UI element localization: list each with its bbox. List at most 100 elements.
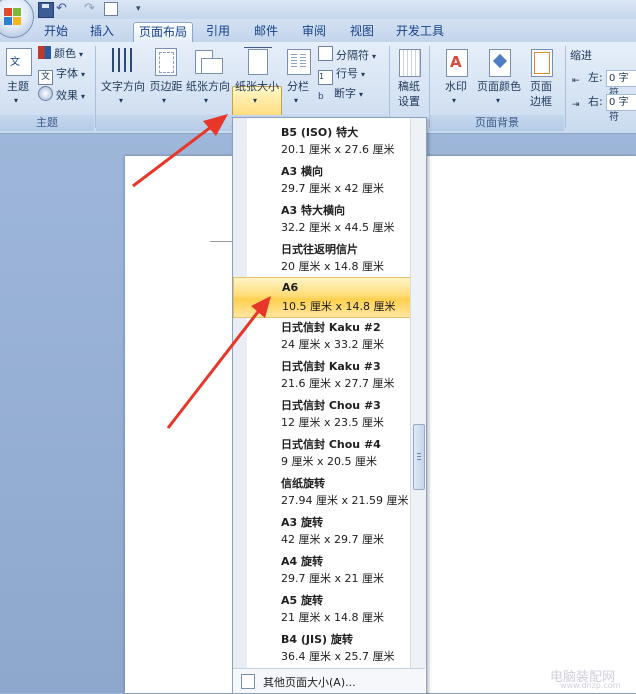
theme-colors-button[interactable]: 颜色 ▾	[38, 46, 83, 62]
draft-paper-label-2: 设置	[398, 95, 420, 108]
tab-insert[interactable]: 插入	[84, 22, 120, 41]
paper-size-dimensions: 12 厘米 x 23.5 厘米	[281, 416, 384, 429]
group-label-page-background: 页面背景	[430, 115, 564, 131]
paper-size-item[interactable]: 日式信封 Kaku #2 24 厘米 x 33.2 厘米	[233, 316, 410, 355]
tab-review[interactable]: 审阅	[296, 22, 332, 41]
paper-size-name: 日式信封 Kaku #2	[281, 321, 381, 334]
paper-size-item[interactable]: 日式信封 Kaku #3 21.6 厘米 x 27.7 厘米	[233, 355, 410, 394]
text-direction-label: 文字方向	[101, 80, 145, 93]
indent-right-input[interactable]: 0 字符	[606, 94, 636, 123]
fonts-label: 字体	[56, 67, 78, 80]
indent-right-label: ⇥ 右:	[572, 94, 603, 110]
tab-mailings[interactable]: 邮件	[248, 22, 284, 41]
tab-view[interactable]: 视图	[344, 22, 380, 41]
paper-size-name: B4 (JIS) 旋转	[281, 633, 353, 646]
indent-right-icon: ⇥	[572, 100, 580, 110]
margins-icon	[155, 48, 177, 76]
margins-button[interactable]: 页边距 ▾	[148, 46, 184, 110]
paper-size-dimensions: 29.7 厘米 x 42 厘米	[281, 182, 384, 195]
orientation-button[interactable]: 纸张方向 ▾	[185, 46, 231, 110]
chevron-down-icon: ▾	[81, 70, 86, 79]
chevron-down-icon: ▾	[204, 96, 209, 105]
tab-home[interactable]: 开始	[38, 22, 74, 41]
themes-button[interactable]: 文 主题 ▾	[2, 46, 34, 110]
paper-size-item[interactable]: A3 特大横向 32.2 厘米 x 44.5 厘米	[233, 199, 410, 238]
chevron-down-icon: ▾	[452, 96, 457, 105]
columns-label: 分栏	[287, 80, 309, 93]
paper-size-item[interactable]: A4 旋转 29.7 厘米 x 21 厘米	[233, 550, 410, 589]
tab-developer[interactable]: 开发工具	[392, 22, 448, 41]
title-bar: ↶ ↷ ▾	[0, 0, 636, 38]
effects-label: 效果	[56, 89, 78, 102]
group-separator	[389, 46, 390, 128]
more-paper-sizes-item[interactable]: 其他页面大小(A)...	[233, 668, 425, 693]
chevron-down-icon: ▾	[162, 96, 167, 105]
paper-size-dimensions: 42 厘米 x 29.7 厘米	[281, 533, 384, 546]
tab-references[interactable]: 引用	[200, 22, 236, 41]
columns-button[interactable]: 分栏 ▾	[282, 46, 314, 110]
paper-size-name: A3 横向	[281, 165, 323, 178]
paper-size-item[interactable]: 日式信封 Chou #4 9 厘米 x 20.5 厘米	[233, 433, 410, 472]
breaks-icon	[318, 46, 333, 61]
page-borders-button[interactable]: 页面 边框	[524, 46, 558, 114]
theme-effects-button[interactable]: 效果 ▾	[38, 86, 85, 102]
paper-size-item[interactable]: B5 (ISO) 特大 20.1 厘米 x 27.6 厘米	[233, 121, 410, 160]
theme-fonts-button[interactable]: 文字体 ▾	[38, 66, 86, 85]
page-borders-label-1: 页面	[530, 80, 552, 93]
paper-size-item[interactable]: B4 (JIS) 旋转 36.4 厘米 x 25.7 厘米	[233, 628, 410, 667]
paper-size-dimensions: 20.1 厘米 x 27.6 厘米	[281, 143, 395, 156]
paper-size-item[interactable]: A3 旋转 42 厘米 x 29.7 厘米	[233, 511, 410, 550]
indent-left-input[interactable]: 0 字符	[606, 70, 636, 99]
draft-paper-label-1: 稿纸	[398, 80, 420, 93]
chevron-down-icon: ▾	[359, 90, 364, 99]
hyphenation-icon: b	[318, 92, 324, 102]
text-direction-button[interactable]: 文字方向 ▾	[99, 46, 147, 110]
scrollbar-thumb[interactable]	[413, 424, 425, 490]
paper-size-item[interactable]: 信纸旋转 27.94 厘米 x 21.59 厘米	[233, 472, 410, 511]
indent-left-icon: ⇤	[572, 76, 580, 86]
watermark-icon: A	[446, 49, 468, 77]
themes-label: 主题	[7, 80, 29, 93]
paper-size-name: A4 旋转	[281, 555, 323, 568]
paper-size-item[interactable]: 日式信封 Chou #3 12 厘米 x 23.5 厘米	[233, 394, 410, 433]
paper-size-icon	[244, 47, 272, 75]
chevron-down-icon: ▾	[81, 92, 86, 101]
colors-icon	[38, 46, 51, 59]
paper-size-item[interactable]: A5 旋转 21 厘米 x 14.8 厘米	[233, 589, 410, 628]
indent-left-text: 左:	[588, 71, 603, 84]
paper-size-item[interactable]: A3 横向 29.7 厘米 x 42 厘米	[233, 160, 410, 199]
print-preview-icon[interactable]	[104, 2, 118, 16]
paper-size-dimensions: 21.6 厘米 x 27.7 厘米	[281, 377, 395, 390]
redo-icon[interactable]: ↷	[84, 2, 98, 16]
paper-size-name: A3 特大横向	[281, 204, 345, 217]
paper-size-item[interactable]: 日式往返明信片 20 厘米 x 14.8 厘米	[233, 238, 410, 277]
paper-size-button[interactable]: 纸张大小 ▾	[233, 46, 281, 110]
undo-icon[interactable]: ↶	[56, 2, 70, 16]
draft-paper-settings-button[interactable]: 稿纸 设置	[392, 46, 426, 114]
tab-page-layout[interactable]: 页面布局	[133, 22, 193, 43]
columns-icon	[287, 49, 311, 75]
watermark-url: www.dnzp.com	[560, 681, 621, 690]
effects-icon	[38, 86, 53, 101]
save-icon[interactable]	[38, 2, 54, 18]
hyphenation-label: 断字	[334, 87, 356, 100]
paper-size-dimensions: 29.7 厘米 x 21 厘米	[281, 572, 384, 585]
paper-size-name: A5 旋转	[281, 594, 323, 607]
breaks-button[interactable]: 分隔符 ▾	[318, 46, 376, 62]
paper-size-item[interactable]: A6 10.5 厘米 x 14.8 厘米	[233, 277, 412, 318]
dropdown-scrollbar[interactable]	[410, 118, 426, 668]
customize-quick-access-icon[interactable]: ▾	[136, 2, 150, 16]
grip-line	[417, 456, 421, 457]
line-numbers-button[interactable]: 1 行号 ▾	[318, 66, 365, 85]
crop-mark	[210, 241, 232, 242]
page-color-button[interactable]: 页面颜色 ▾	[476, 46, 522, 110]
paper-size-name: A6	[282, 281, 299, 294]
hyphenation-button[interactable]: b 断字 ▾	[318, 86, 363, 102]
chevron-down-icon: ▾	[79, 50, 84, 59]
chevron-down-icon: ▾	[372, 52, 377, 61]
page-borders-label-2: 边框	[530, 95, 552, 108]
paper-size-dimensions: 27.94 厘米 x 21.59 厘米	[281, 494, 409, 507]
chevron-down-icon: ▾	[14, 96, 19, 105]
watermark-button[interactable]: A 水印 ▾	[436, 46, 476, 110]
page-borders-icon	[531, 49, 553, 77]
